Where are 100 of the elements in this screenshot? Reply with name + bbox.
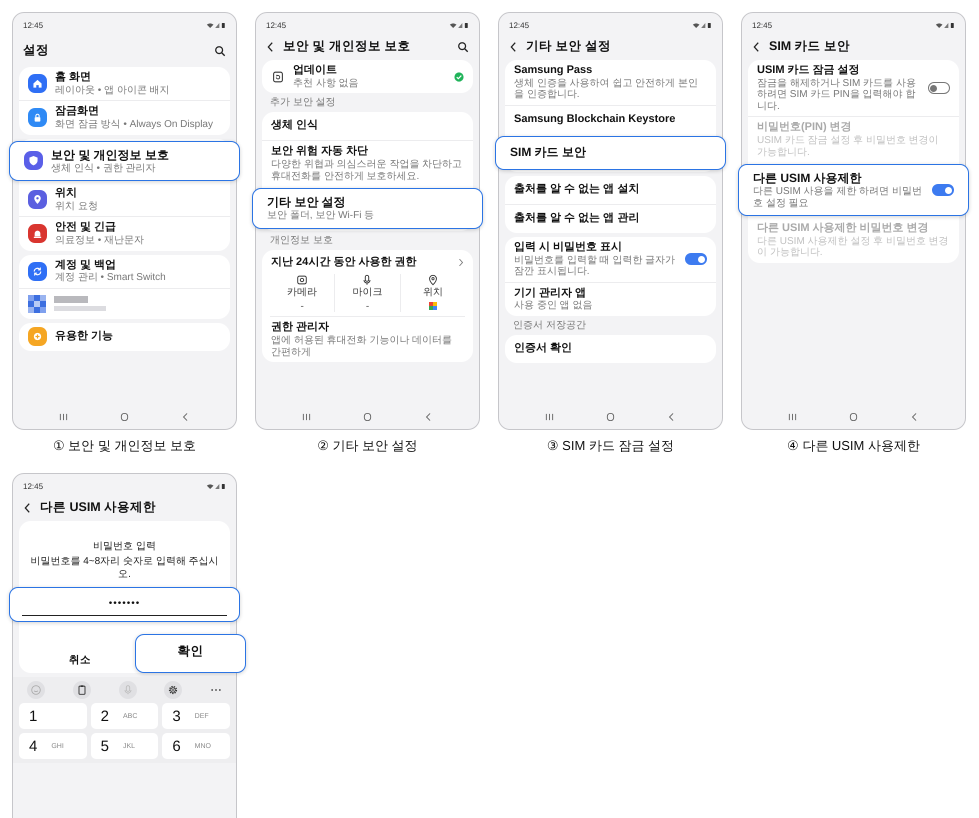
home-button-icon[interactable] xyxy=(119,412,130,422)
settings-item[interactable]: 권한 관리자 앱에 허용된 휴대전화 기능이나 데이터를 간편하게 xyxy=(262,317,473,362)
toggle-switch[interactable] xyxy=(928,82,950,94)
settings-item[interactable]: Samsung Pass 생체 인증을 사용하여 쉽고 안전하게 본인을 인증합니다. xyxy=(505,60,716,105)
item-title: 위치 xyxy=(55,187,78,201)
back-icon[interactable] xyxy=(509,40,518,52)
settings-item[interactable]: 생체 인식 xyxy=(262,112,473,140)
screen-title: 보안 및 개인정보 보호 xyxy=(283,38,412,55)
status-time: 12:45 xyxy=(509,20,530,30)
settings-item[interactable]: 보안 및 개인정보 보호 생체 인식 • 권한 관리자 xyxy=(9,140,240,181)
chevron-icon xyxy=(458,258,464,267)
section-label: 인증서 저장공간 xyxy=(512,320,587,331)
item-subtitle: 레이아웃 • 앱 아이콘 배지 xyxy=(55,84,171,96)
location-pin-icon xyxy=(426,274,439,286)
settings-item[interactable]: SIM 카드 보안 xyxy=(495,136,726,170)
settings-item[interactable]: 보안 위험 자동 차단 다양한 위협과 의심스러운 작업을 차단하고 휴대전화를 안전하게 보호하세요. xyxy=(262,140,473,186)
settings-item[interactable]: 인증서 확인 xyxy=(505,334,716,363)
permission-label: 위치 xyxy=(422,287,443,298)
screen-title: 설정 xyxy=(23,42,50,59)
recents-icon[interactable] xyxy=(544,412,555,422)
step-caption: ③ SIM 카드 잠금 설정 xyxy=(546,437,674,455)
settings-item[interactable]: 안전 및 긴급 의료정보 • 재난문자 xyxy=(19,216,230,250)
item-title: 권한 관리자 xyxy=(271,321,330,335)
item-title: USIM 카드 잠금 설정 xyxy=(757,64,861,78)
settings-icon[interactable] xyxy=(167,684,180,696)
item-title: 기기 관리자 앱 xyxy=(514,286,588,300)
settings-item[interactable]: 위치 위치 요청 xyxy=(19,183,230,216)
clipboard-icon[interactable] xyxy=(76,684,88,696)
search-icon[interactable] xyxy=(457,40,469,52)
settings-item[interactable]: USIM 카드 잠금 설정 잠금을 해제하거나 SIM 카드를 사용하려면 SIM 카드 PIN을 입력해야 합니다. xyxy=(748,60,959,116)
password-field[interactable]: ••••••• xyxy=(9,587,240,622)
item-subtitle: 다른 USIM 사용제한 설정 후 비밀번호 변경이 가능합니다. xyxy=(757,236,950,259)
status-icon xyxy=(206,22,226,28)
settings-item[interactable]: 유용한 기능 xyxy=(19,322,230,351)
settings-item[interactable]: 출처를 알 수 없는 앱 설치 xyxy=(505,176,716,204)
dialog-button[interactable]: 취소 xyxy=(25,647,134,673)
item-subtitle: 생체 인식 • 권한 관리자 xyxy=(51,162,157,174)
step-caption: ① 보안 및 개인정보 보호 xyxy=(52,437,196,455)
camera-icon xyxy=(296,274,308,286)
item-title: 안전 및 긴급 xyxy=(55,221,118,235)
settings-item[interactable]: Samsung Blockchain Keystore xyxy=(505,104,716,134)
recents-icon[interactable] xyxy=(58,412,69,422)
permission-value: - xyxy=(366,301,370,312)
home-button-icon[interactable] xyxy=(848,412,859,422)
item-title: SIM 카드 보안 xyxy=(510,145,588,160)
item-title: 인증서 확인 xyxy=(514,342,574,356)
item-subtitle: 생체 인증을 사용하여 쉽고 안전하게 본인을 인증합니다. xyxy=(514,78,699,101)
step-caption: ④ 다른 USIM 사용제한 xyxy=(787,437,920,455)
section-label: 개인정보 보호 xyxy=(269,234,334,246)
status-icon xyxy=(935,22,955,28)
permission-label: 카메라 xyxy=(287,287,318,298)
section-label: 추가 보안 설정 xyxy=(269,97,337,108)
dialog-button[interactable]: 확인 xyxy=(134,634,246,673)
item-title: 다른 USIM 사용제한 비밀번호 변경 xyxy=(757,222,930,236)
item-subtitle: 추천 사항 없음 xyxy=(293,78,360,90)
back-icon[interactable] xyxy=(266,40,275,52)
settings-item[interactable]: 출처를 알 수 없는 앱 관리 xyxy=(505,204,716,233)
recents-icon[interactable] xyxy=(787,412,798,422)
settings-item[interactable]: 업데이트 추천 사항 없음 xyxy=(262,60,473,94)
item-subtitle: 잠금을 해제하거나 SIM 카드를 사용하려면 SIM 카드 PIN을 입력해야 합니다. xyxy=(757,78,917,112)
toggle-switch[interactable] xyxy=(932,184,954,196)
settings-item[interactable]: 잠금화면 화면 잠금 방식 • Always On Display xyxy=(19,100,230,134)
back-icon[interactable] xyxy=(23,502,32,514)
status-icon xyxy=(692,22,712,28)
item-title: 비밀번호(PIN) 변경 xyxy=(757,121,853,135)
toggle-switch[interactable] xyxy=(685,253,707,266)
prompt-hint: 비밀번호를 4~8자리 숫자로 입력해 주십시오. xyxy=(29,555,220,581)
settings-item[interactable]: 홈 화면 레이아웃 • 앱 아이콘 배지 xyxy=(19,67,230,100)
keypad-key[interactable]: 1 xyxy=(19,703,87,729)
screen-title: 기타 보안 설정 xyxy=(526,38,612,55)
settings-item[interactable]: 기타 보안 설정 보안 폴더, 보안 Wi-Fi 등 xyxy=(252,188,483,228)
permission-value: - xyxy=(300,301,304,312)
refresh-icon xyxy=(271,70,285,84)
recents-icon[interactable] xyxy=(301,412,312,422)
permission-usage-link[interactable]: 지난 24시간 동안 사용한 권한 xyxy=(262,250,473,272)
item-title: Samsung Pass xyxy=(514,64,594,78)
item-title: 계정 및 백업 xyxy=(55,258,118,272)
search-icon[interactable] xyxy=(214,44,226,56)
status-icon xyxy=(449,22,469,28)
item-title: 보안 위험 자동 차단 xyxy=(271,145,370,159)
settings-item[interactable]: 다른 USIM 사용제한 다른 USIM 사용을 제한 하려면 비밀번호 설정 필요 xyxy=(738,164,969,216)
item-title: 입력 시 비밀번호 표시 xyxy=(514,240,624,254)
home-button-icon[interactable] xyxy=(362,412,373,422)
more-icon[interactable] xyxy=(210,688,222,692)
item-title: 업데이트 xyxy=(293,64,338,78)
back-icon[interactable] xyxy=(752,40,761,52)
settings-item[interactable]: 기기 관리자 앱 사용 중인 앱 없음 xyxy=(505,282,716,316)
item-title: 기타 보안 설정 xyxy=(267,195,347,210)
item-subtitle: 다양한 위협과 의심스러운 작업을 차단하고 휴대전화를 안전하게 보호하세요. xyxy=(271,159,464,182)
prompt-title: 비밀번호 입력 xyxy=(93,540,156,553)
home-button-icon[interactable] xyxy=(605,412,616,422)
item-subtitle: 의료정보 • 재난문자 xyxy=(55,235,146,246)
item-subtitle: 보안 폴더, 보안 Wi-Fi 등 xyxy=(267,210,376,222)
item-title: 잠금화면 xyxy=(55,105,100,119)
settings-item[interactable]: 입력 시 비밀번호 표시 비밀번호를 입력할 때 입력한 글자가 잠깐 표시됩니다. xyxy=(505,236,716,282)
step-caption: ② 기타 보안 설정 xyxy=(317,437,418,455)
item-subtitle: 위치 요청 xyxy=(55,200,99,212)
item-subtitle: 화면 잠금 방식 • Always On Display xyxy=(55,119,214,130)
permission-label: 마이크 xyxy=(352,287,382,298)
item-title: 보안 및 개인정보 보호 xyxy=(51,148,170,162)
